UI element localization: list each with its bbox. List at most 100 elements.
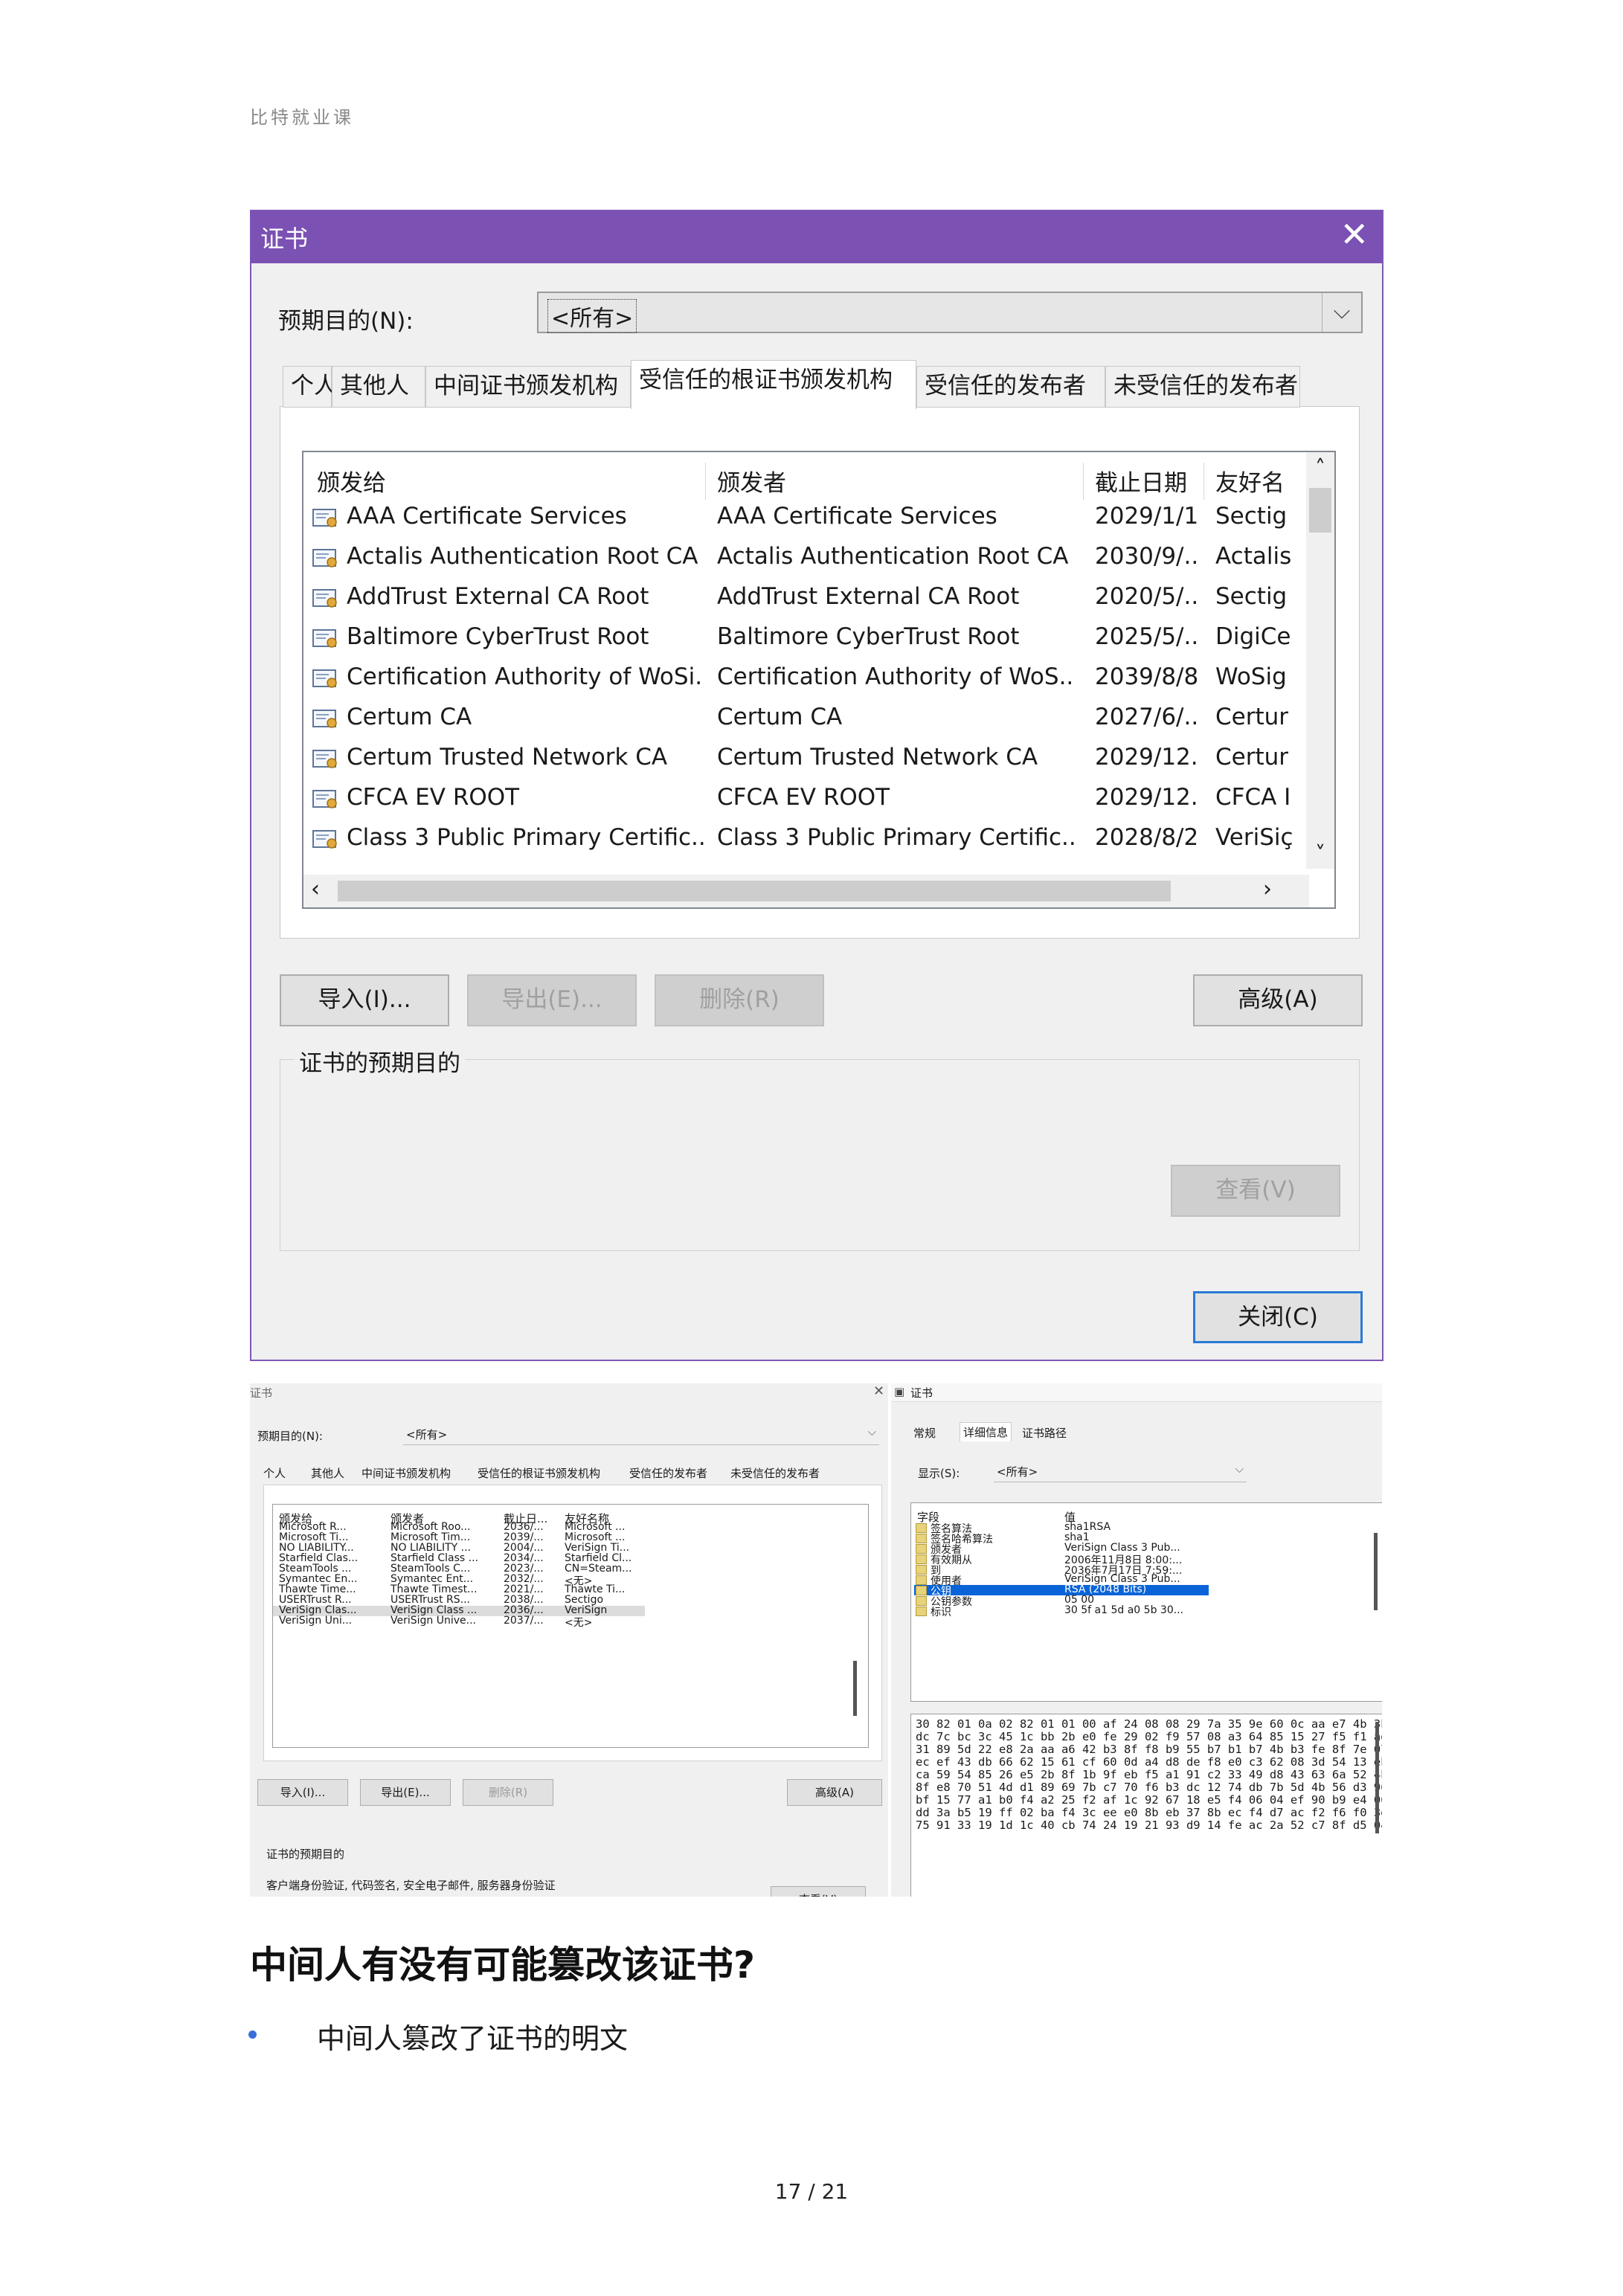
purpose-select-value: <所有> (547, 299, 637, 333)
certificate-list[interactable]: 颁发给 颁发者 截止日期 友好名 AAA Certificate Service… (302, 451, 1336, 909)
close-button[interactable]: 关闭(C) (1193, 1291, 1363, 1343)
table-row[interactable]: Baltimore CyberTrust Root Baltimore Cyber… (303, 617, 1300, 657)
import-button[interactable]: 导入(I)... (280, 974, 449, 1026)
tab-others[interactable]: 其他人 (311, 1465, 344, 1485)
horizontal-scrollbar[interactable]: ‹ › (303, 875, 1309, 907)
table-row[interactable]: Certum CA Certum CA 2027/6/... Certur (303, 698, 1300, 738)
delete-button[interactable]: 删除(R) (463, 1779, 553, 1806)
tab-trusted-publishers[interactable]: 受信任的发布者 (916, 366, 1105, 408)
purpose-select[interactable]: <所有> ⌵ (403, 1424, 879, 1445)
table-cell: AAA Certificate Services (347, 503, 627, 530)
table-cell: VeriSign Unive... (391, 1615, 476, 1627)
list-header: 颁发给 颁发者 截止日期 友好名 (303, 458, 1300, 500)
field-icon (916, 1565, 927, 1575)
certificate-list[interactable]: 颁发给 颁发者 截止日... 友好名称 Microsoft R... Micros… (272, 1504, 869, 1748)
certificate-icon (312, 547, 339, 570)
advanced-button[interactable]: 高级(A) (1193, 974, 1363, 1026)
field-value-box[interactable]: 30 82 01 0a 02 82 01 01 00 af 24 08 08 2… (910, 1714, 1382, 1897)
table-row[interactable]: Certum Trusted Network CA Certum Trusted … (303, 738, 1300, 778)
certificate-icon (312, 708, 339, 730)
table-row[interactable]: VeriSign Uni... VeriSign Unive... 2037/...… (273, 1615, 645, 1629)
tab-general[interactable]: 常规 (913, 1425, 936, 1441)
scroll-thumb[interactable] (1309, 488, 1331, 533)
scroll-down-icon[interactable]: ˅ (1306, 841, 1334, 866)
chevron-down-icon[interactable]: ⌵ (1322, 293, 1361, 332)
table-cell: 2029/12... (1095, 744, 1199, 771)
scroll-right-icon[interactable]: › (1263, 876, 1272, 902)
close-icon[interactable]: ✕ (873, 1383, 884, 1399)
column-expiration[interactable]: 截止日期 (1095, 464, 1192, 498)
field-value: 30 5f a1 5d a0 5b 30... (1064, 1604, 1184, 1616)
export-button[interactable]: 导出(E)... (360, 1779, 451, 1806)
tab-personal[interactable]: 个人 (263, 1465, 286, 1485)
scroll-thumb[interactable] (853, 1661, 857, 1716)
page-header: 比特就业课 (250, 107, 354, 128)
table-cell: CFCA I (1215, 784, 1291, 811)
purposes-group (280, 1059, 1360, 1251)
import-button[interactable]: 导入(I)... (257, 1779, 348, 1806)
tab-trusted-root-ca[interactable]: 受信任的根证书颁发机构 (631, 360, 916, 409)
field-icon (916, 1607, 927, 1616)
table-cell: Certur (1215, 744, 1289, 771)
show-select-value: <所有> (997, 1465, 1038, 1479)
table-cell: <无> (565, 1617, 593, 1629)
tab-details[interactable]: 详细信息 (960, 1422, 1012, 1441)
table-row[interactable]: Actalis Authentication Root CA Actalis Au… (303, 537, 1300, 577)
table-cell: Certum CA (347, 704, 472, 730)
table-cell: 2039/8/8 (1095, 663, 1199, 690)
scroll-up-icon[interactable]: ˄ (1306, 455, 1334, 480)
certificate-dialog-small: 证书 ✕ 预期目的(N): <所有> ⌵ 个人 其他人 中间证书颁发机构 受信任… (250, 1383, 888, 1897)
tab-trusted-publishers[interactable]: 受信任的发布者 (629, 1465, 707, 1485)
list-item[interactable]: 使用者 VeriSign Class 3 Pub... (914, 1573, 1209, 1587)
advanced-button[interactable]: 高级(A) (787, 1779, 882, 1806)
purpose-select-value: <所有> (406, 1428, 448, 1441)
chevron-down-icon[interactable]: ⌵ (868, 1425, 876, 1438)
field-icon (916, 1554, 927, 1564)
table-cell: VeriSign Uni... (279, 1615, 353, 1627)
table-cell: Certification Authority of WoS... (717, 663, 1074, 690)
dialog-title: 证书 (260, 225, 309, 253)
column-friendly-name[interactable]: 友好名 (1215, 464, 1297, 498)
tab-trusted-root-ca[interactable]: 受信任的根证书颁发机构 (478, 1465, 600, 1485)
table-row[interactable]: CFCA EV ROOT CFCA EV ROOT 2029/12... CFCA I (303, 778, 1300, 818)
delete-button[interactable]: 删除(R) (655, 974, 824, 1026)
certificate-icon (312, 829, 339, 851)
tab-intermediate-ca[interactable]: 中间证书颁发机构 (425, 366, 631, 408)
scroll-thumb[interactable] (338, 881, 1171, 901)
table-row[interactable]: Class 3 Public Primary Certific... Class … (303, 818, 1300, 858)
table-cell: 2029/1/1 (1095, 503, 1199, 530)
table-row[interactable]: Certification Authority of WoSi... Certif… (303, 657, 1300, 698)
column-issued-by[interactable]: 颁发者 (717, 464, 903, 498)
vertical-scrollbar[interactable]: ˄ ˅ (1306, 452, 1334, 869)
chevron-down-icon[interactable]: ⌵ (1235, 1462, 1244, 1476)
scroll-left-icon[interactable]: ‹ (311, 876, 320, 902)
tab-cert-path[interactable]: 证书路径 (1022, 1425, 1067, 1441)
field-icon (916, 1575, 927, 1585)
tab-intermediate-ca[interactable]: 中间证书颁发机构 (361, 1465, 451, 1485)
table-cell: CFCA EV ROOT (717, 784, 890, 811)
bullet-text: 中间人篡改了证书的明文 (317, 2022, 629, 2055)
table-row[interactable]: AAA Certificate Services AAA Certificate … (303, 497, 1300, 537)
tab-untrusted-publishers[interactable]: 未受信任的发布者 (730, 1465, 820, 1485)
certificate-icon (312, 507, 339, 530)
scroll-thumb[interactable] (1374, 1533, 1378, 1610)
list-item[interactable]: 标识 30 5f a1 5d a0 5b 30... (914, 1604, 1209, 1618)
view-button[interactable]: 查看(V) (771, 1886, 866, 1897)
show-select[interactable]: <所有> ⌵ (994, 1461, 1247, 1482)
table-cell: 2025/5/... (1095, 623, 1199, 650)
table-row[interactable]: AddTrust External CA Root AddTrust Extern… (303, 577, 1300, 617)
view-button[interactable]: 查看(V) (1171, 1165, 1340, 1217)
dialog-titlebar: 证书 ✕ (251, 211, 1382, 263)
tab-others[interactable]: 其他人 (332, 366, 425, 408)
hex-line: 75 91 33 19 1d 1c 40 cb 74 24 19 21 93 d… (916, 1819, 1382, 1832)
tab-untrusted-publishers[interactable]: 未受信任的发布者 (1105, 366, 1300, 408)
close-icon[interactable]: ✕ (1340, 214, 1369, 254)
tab-personal[interactable]: 个人 (283, 366, 337, 408)
hex-line: dd 3a b5 19 ff 02 ba f4 3c ee e0 8b eb 3… (916, 1806, 1382, 1819)
column-issued-to[interactable]: 颁发给 (317, 464, 503, 498)
hex-line: 8f e8 70 51 4d d1 89 69 7b c7 70 f6 b3 d… (916, 1781, 1382, 1794)
field-list[interactable]: 字段 值 签名算法 sha1RSA 签名哈希算法 sha1 颁发者 VeriSign Cl… (910, 1502, 1382, 1702)
scroll-thumb[interactable] (1375, 1722, 1379, 1833)
purpose-select[interactable]: <所有> ⌵ (537, 292, 1363, 333)
export-button[interactable]: 导出(E)... (467, 974, 637, 1026)
